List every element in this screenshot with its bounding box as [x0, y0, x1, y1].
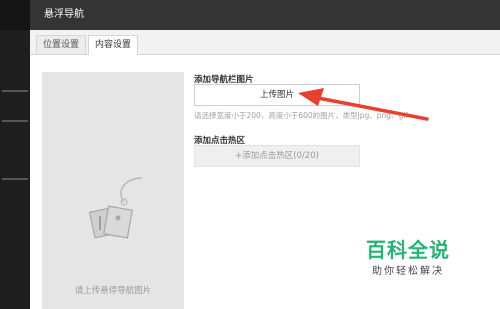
- tab-position-settings[interactable]: 位置设置: [36, 35, 87, 54]
- preview-placeholder-text: 请上传悬停导航图片: [74, 286, 152, 296]
- dialog-title: 悬浮导航: [44, 9, 84, 20]
- background-text-line: [2, 90, 28, 92]
- image-placeholder-icon: [88, 177, 143, 239]
- upload-hint-text: 请选择宽度小于200，高度小于600的图片，类型jpg、png、gif: [194, 111, 408, 120]
- tab-content-settings[interactable]: 内容设置: [88, 35, 139, 55]
- watermark-title: 百科全说: [366, 238, 450, 262]
- watermark-subtitle: 助你轻松解决: [372, 266, 444, 277]
- background-logo: [0, 0, 30, 30]
- tab-bar: 位置设置 内容设置: [30, 30, 500, 55]
- background-text-line: [2, 178, 28, 180]
- background-text-line: [2, 120, 28, 122]
- add-hotspot-button[interactable]: +添加点击热区(0/20): [194, 145, 360, 167]
- upload-image-button[interactable]: 上传图片: [194, 84, 360, 106]
- dialog-titlebar: 悬浮导航: [30, 0, 500, 30]
- nav-image-preview: 请上传悬停导航图片: [42, 72, 184, 309]
- background-app: [0, 0, 30, 309]
